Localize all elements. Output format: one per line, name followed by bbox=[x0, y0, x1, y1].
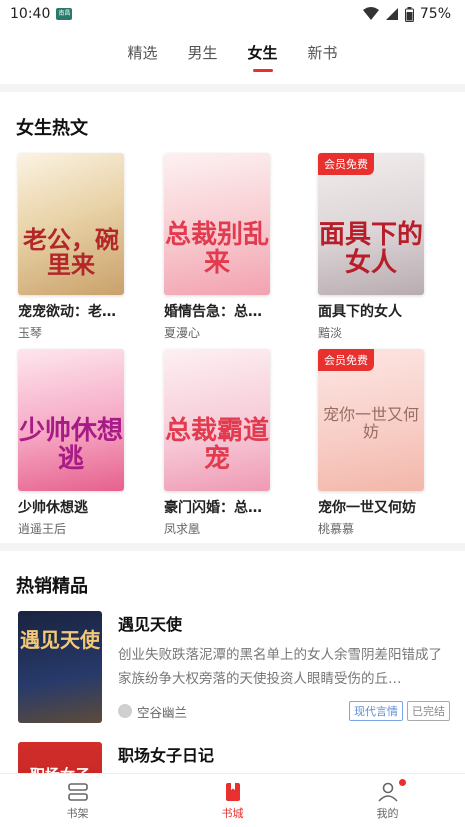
nav-label: 书城 bbox=[221, 806, 244, 820]
tab-male[interactable]: 男生 bbox=[187, 36, 217, 70]
book-author: 逍遥王后 bbox=[18, 522, 67, 536]
book-cover[interactable]: 遇见天使 bbox=[18, 611, 102, 723]
book-name[interactable]: 婚情告急：总… bbox=[164, 301, 270, 321]
list-body: 遇见天使 创业失败跌落泥潭的黑名单上的女人余雪阴差阳错成了家族纷争大权旁落的天使… bbox=[118, 611, 450, 721]
cover-title: 面具下的女人 bbox=[318, 220, 423, 278]
book-card[interactable]: 总裁霸道宠 豪门闪婚：总… 凤求凰 bbox=[164, 349, 270, 537]
vip-free-badge: 会员免费 bbox=[318, 153, 374, 175]
signal-icon bbox=[385, 8, 398, 20]
book-cover[interactable]: 总裁霸道宠 bbox=[164, 349, 270, 491]
bookstore-icon bbox=[225, 782, 240, 801]
list-title[interactable]: 遇见天使 bbox=[118, 611, 450, 635]
book-name[interactable]: 豪门闪婚：总… bbox=[164, 497, 270, 517]
book-cover[interactable]: 会员免费 面具下的女人 bbox=[318, 153, 424, 295]
book-card[interactable]: 老公，碗里来 宠宠欲动：老… 玉琴 bbox=[18, 153, 124, 341]
cover-title: 总裁别乱来 bbox=[164, 220, 269, 278]
cover-title: 总裁霸道宠 bbox=[164, 416, 269, 474]
top-tabs: 精选 男生 女生 新书 bbox=[0, 36, 465, 70]
hot-section-title: 女生热文 bbox=[16, 118, 88, 139]
nav-mine[interactable]: 我的 bbox=[348, 778, 428, 821]
book-card[interactable]: 少帅休想逃 少帅休想逃 逍遥王后 bbox=[18, 349, 124, 537]
list-item[interactable]: 遇见天使 遇见天使 创业失败跌落泥潭的黑名单上的女人余雪阴差阳错成了家族纷争大权… bbox=[18, 611, 450, 725]
author-avatar bbox=[118, 704, 132, 718]
book-cover[interactable]: 职场女子 bbox=[18, 742, 102, 774]
cover-title: 宠你一世又何妨 bbox=[322, 405, 419, 442]
vip-free-badge: 会员免费 bbox=[318, 349, 374, 371]
book-name[interactable]: 宠宠欲动：老… bbox=[18, 301, 124, 321]
tab-female[interactable]: 女生 bbox=[248, 36, 278, 70]
book-name[interactable]: 少帅休想逃 bbox=[18, 497, 124, 517]
book-cover[interactable]: 少帅休想逃 bbox=[18, 349, 124, 491]
list-meta: 空谷幽兰 现代言情 已完结 bbox=[118, 701, 450, 721]
book-author: 黯淡 bbox=[318, 326, 343, 340]
status-left: 10:40 南昌 bbox=[10, 6, 73, 22]
book-author: 夏漫心 bbox=[164, 326, 201, 340]
book-author: 桃慕慕 bbox=[318, 522, 355, 536]
bookshelf-icon bbox=[67, 782, 88, 801]
book-author: 凤求凰 bbox=[164, 522, 201, 536]
bottom-nav: 书架 书城 我的 bbox=[0, 773, 465, 827]
nav-bookstore[interactable]: 书城 bbox=[193, 781, 273, 821]
list-title[interactable]: 职场女子日记 bbox=[118, 742, 450, 766]
nav-bookshelf[interactable]: 书架 bbox=[38, 781, 118, 821]
list-item[interactable]: 职场女子 职场女子日记 bbox=[18, 742, 450, 774]
status-time: 10:40 bbox=[10, 6, 51, 22]
book-card[interactable]: 会员免费 面具下的女人 面具下的女人 黯淡 bbox=[318, 153, 424, 341]
book-name[interactable]: 面具下的女人 bbox=[318, 301, 424, 321]
author-row: 空谷幽兰 bbox=[118, 702, 187, 721]
tab-new-books[interactable]: 新书 bbox=[308, 36, 338, 70]
nav-label: 我的 bbox=[376, 806, 399, 820]
status-bar: 10:40 南昌 75% bbox=[0, 0, 465, 28]
book-cover[interactable]: 老公，碗里来 bbox=[18, 153, 124, 295]
nav-label: 书架 bbox=[66, 806, 89, 820]
section-divider bbox=[0, 543, 465, 551]
cover-title: 少帅休想逃 bbox=[18, 416, 123, 474]
book-cover[interactable]: 总裁别乱来 bbox=[164, 153, 270, 295]
book-name[interactable]: 宠你一世又何妨 bbox=[318, 497, 424, 517]
book-author: 玉琴 bbox=[18, 326, 43, 340]
genre-tag: 现代言情 bbox=[349, 701, 403, 721]
list-body: 职场女子日记 bbox=[118, 742, 450, 766]
battery-percent: 75% bbox=[419, 6, 451, 22]
section-divider bbox=[0, 84, 465, 92]
author-name: 空谷幽兰 bbox=[137, 704, 188, 720]
status-tag: 已完结 bbox=[407, 701, 450, 721]
tab-featured[interactable]: 精选 bbox=[127, 36, 157, 70]
battery-icon bbox=[404, 6, 414, 22]
wifi-icon bbox=[362, 7, 379, 20]
book-card[interactable]: 总裁别乱来 婚情告急：总… 夏漫心 bbox=[164, 153, 270, 341]
notification-dot bbox=[398, 778, 406, 786]
book-cover[interactable]: 会员免费 宠你一世又何妨 bbox=[318, 349, 424, 491]
status-right: 75% bbox=[362, 6, 451, 22]
sim-icon: 南昌 bbox=[56, 8, 73, 20]
list-description: 创业失败跌落泥潭的黑名单上的女人余雪阴差阳错成了家族纷争大权旁落的天使投资人眼睛… bbox=[118, 647, 442, 687]
cover-title: 遇见天使 bbox=[20, 628, 100, 652]
cover-title: 老公，碗里来 bbox=[23, 224, 119, 279]
tags: 现代言情 已完结 bbox=[349, 701, 450, 721]
user-icon bbox=[377, 782, 398, 802]
best-section-title: 热销精品 bbox=[16, 576, 88, 597]
book-card[interactable]: 会员免费 宠你一世又何妨 宠你一世又何妨 桃慕慕 bbox=[318, 349, 424, 537]
